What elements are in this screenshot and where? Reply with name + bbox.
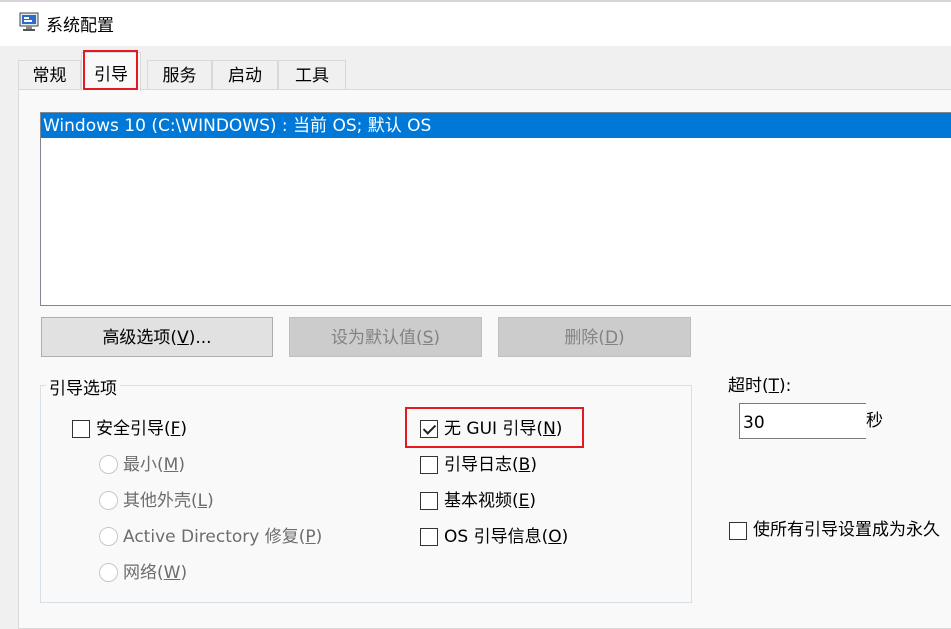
advanced-options-accel: V	[177, 328, 189, 348]
os-list[interactable]	[40, 112, 951, 306]
advanced-options-button[interactable]: 高级选项(V)...	[41, 317, 273, 357]
no-gui-boot-checkbox[interactable]	[420, 420, 438, 438]
delete-label-pre: 删除(	[564, 328, 605, 348]
alternate-shell-radio[interactable]	[99, 491, 118, 510]
tab-boot[interactable]: 引导	[81, 52, 141, 91]
timeout-label: 超时(T):	[728, 376, 792, 396]
os-boot-info-label[interactable]: OS 引导信息(O)	[444, 526, 568, 548]
tab-general[interactable]: 常规	[18, 60, 81, 90]
base-video-checkbox[interactable]	[420, 492, 438, 510]
safe-boot-checkbox[interactable]	[72, 420, 90, 438]
network-label: 网络(W)	[123, 563, 188, 583]
delete-accel: D	[604, 328, 619, 348]
set-default-label-post: )	[433, 328, 441, 348]
safe-boot-label[interactable]: 安全引导(F)	[96, 418, 187, 440]
os-boot-info-checkbox[interactable]	[420, 528, 438, 546]
title-bar	[0, 0, 951, 46]
boot-log-checkbox[interactable]	[420, 456, 438, 474]
tab-startup[interactable]: 启动	[212, 60, 278, 90]
delete-button[interactable]: 删除(D)	[498, 317, 691, 357]
title-bar-top-edge	[0, 0, 951, 2]
window-title: 系统配置	[46, 16, 114, 36]
base-video-label[interactable]: 基本视频(E)	[444, 490, 536, 512]
minimal-label: 最小(M)	[123, 455, 185, 475]
set-default-button[interactable]: 设为默认值(S)	[289, 317, 482, 357]
timeout-input[interactable]	[739, 403, 866, 439]
set-default-accel: S	[422, 328, 434, 348]
boot-options-group-label: 引导选项	[46, 374, 120, 399]
make-permanent-checkbox[interactable]	[729, 522, 747, 540]
tab-services[interactable]: 服务	[147, 60, 212, 90]
alternate-shell-label: 其他外壳(L)	[123, 491, 214, 511]
ad-repair-radio[interactable]	[99, 527, 118, 546]
delete-label-post: )	[618, 328, 625, 348]
minimal-radio[interactable]	[99, 455, 118, 474]
advanced-options-label-pre: 高级选项(	[102, 328, 178, 348]
boot-log-label[interactable]: 引导日志(B)	[444, 454, 537, 476]
ad-repair-label: Active Directory 修复(P)	[123, 527, 323, 547]
network-radio[interactable]	[99, 563, 118, 582]
tab-tools[interactable]: 工具	[278, 60, 346, 90]
advanced-options-label-post: )...	[188, 328, 212, 348]
set-default-label-pre: 设为默认值(	[330, 328, 423, 348]
no-gui-boot-label[interactable]: 无 GUI 引导(N)	[444, 418, 562, 440]
system-config-app-icon	[19, 12, 41, 32]
timeout-unit: 秒	[866, 411, 883, 431]
os-list-item-selected[interactable]: Windows 10 (C:\WINDOWS) : 当前 OS; 默认 OS	[41, 113, 951, 138]
make-permanent-label[interactable]: 使所有引导设置成为永久	[753, 519, 940, 541]
